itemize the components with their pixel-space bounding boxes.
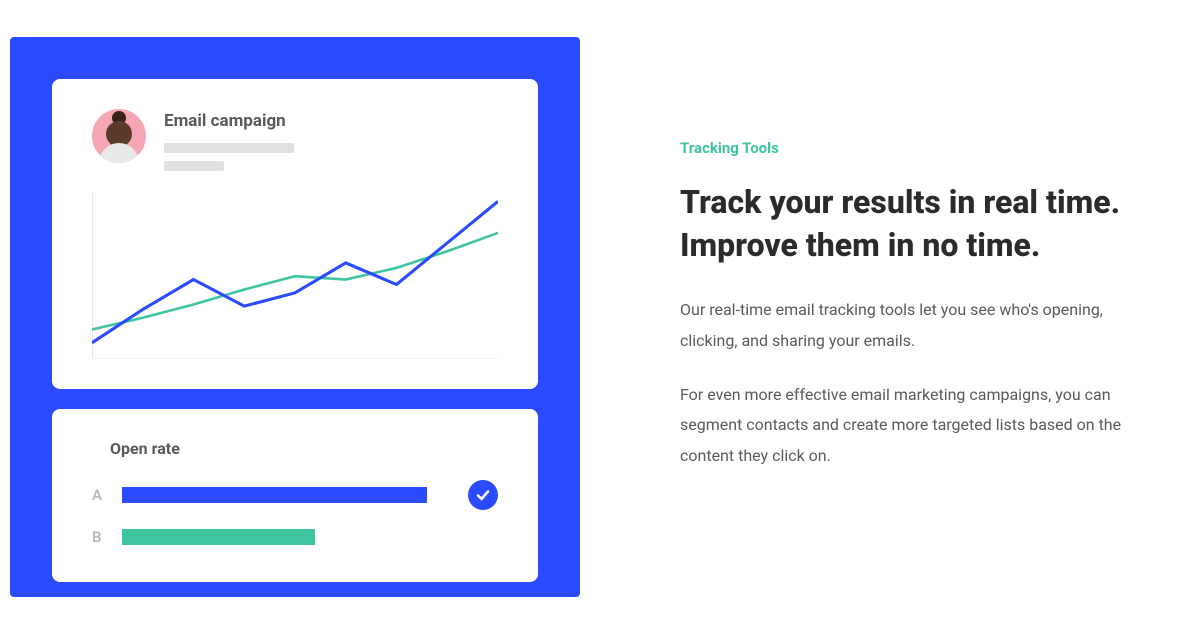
campaign-header: Email campaign (92, 109, 498, 171)
avatar (92, 109, 146, 163)
bar-label-b: B (92, 528, 108, 546)
feature-section: Email campaign Open rate A (0, 37, 1200, 597)
line-chart-svg (92, 193, 498, 359)
tracking-illustration: Email campaign Open rate A (10, 37, 580, 597)
paragraph: Our real-time email tracking tools let y… (680, 295, 1130, 356)
skeleton-line (164, 143, 294, 153)
check-icon (468, 480, 498, 510)
bar-fill-b (122, 529, 315, 545)
feature-copy: Tracking Tools Track your results in rea… (680, 139, 1170, 495)
open-rate-title: Open rate (110, 439, 498, 458)
open-rate-card: Open rate A B (52, 409, 538, 582)
bar-label-a: A (92, 486, 108, 504)
headline: Track your results in real time. Improve… (680, 181, 1130, 267)
bar-row-b: B (92, 528, 498, 546)
campaign-title: Email campaign (164, 111, 294, 131)
bar-row-a: A (92, 480, 498, 510)
bar-track (122, 487, 454, 503)
line-chart (92, 193, 498, 359)
eyebrow: Tracking Tools (680, 139, 1130, 157)
bar-track (122, 529, 454, 545)
bar-fill-a (122, 487, 427, 503)
skeleton-line (164, 161, 224, 171)
paragraph: For even more effective email marketing … (680, 380, 1130, 471)
campaign-header-text: Email campaign (164, 109, 294, 171)
campaign-card: Email campaign (52, 79, 538, 389)
